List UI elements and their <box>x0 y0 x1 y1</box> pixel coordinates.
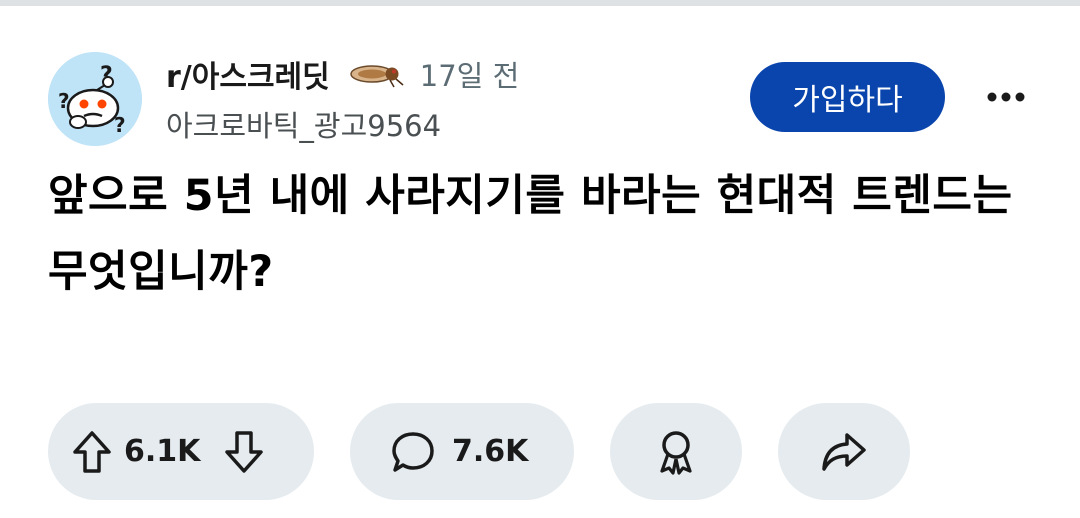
comment-button[interactable]: 7.6K <box>350 403 574 500</box>
join-button[interactable]: 가입하다 <box>750 62 945 132</box>
comment-bubble-icon <box>390 429 436 475</box>
vote-bar: 6.1K <box>48 403 314 500</box>
cicada-flair-icon <box>346 59 408 89</box>
more-options-icon[interactable] <box>978 72 1034 122</box>
comment-count: 7.6K <box>452 434 529 469</box>
post-title[interactable]: 앞으로 5년 내에 사라지기를 바라는 현대적 트렌드는 무엇입니까? <box>48 158 1038 310</box>
share-arrow-icon <box>820 430 868 474</box>
award-button[interactable] <box>610 403 742 500</box>
subreddit-line: r/아스크레딧 17일 전 <box>166 52 519 96</box>
subreddit-avatar-icon[interactable]: ? ? ? <box>48 52 142 146</box>
subreddit-name[interactable]: r/아스크레딧 <box>166 52 330 96</box>
downvote-arrow-icon[interactable] <box>222 429 266 475</box>
share-button[interactable] <box>778 403 910 500</box>
post-time: 17일 전 <box>419 59 520 93</box>
upvote-arrow-icon[interactable] <box>70 429 114 475</box>
vote-count: 6.1K <box>124 434 201 469</box>
author-username[interactable]: 아크로바틱_광고9564 <box>166 104 441 148</box>
award-icon <box>653 428 699 476</box>
top-divider <box>0 0 1080 6</box>
